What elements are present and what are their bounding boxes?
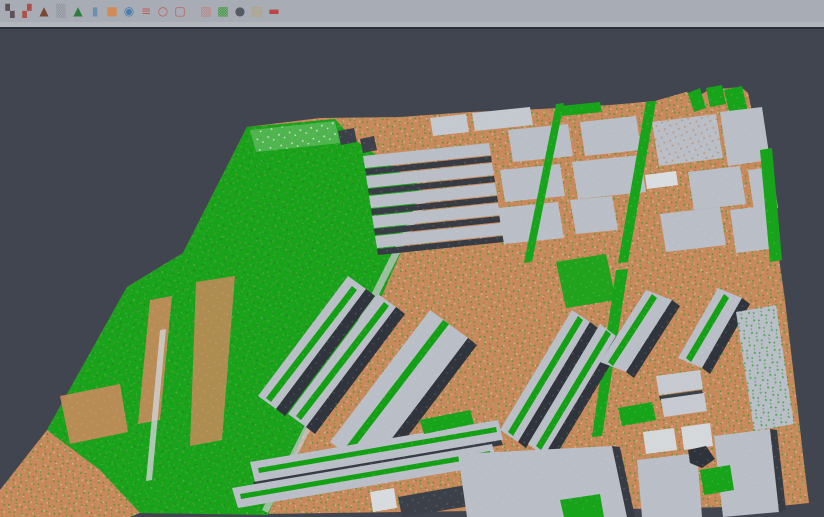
open-project-icon[interactable]: ▚ [2,1,18,21]
circle-select-icon[interactable]: ○ [155,1,171,21]
filter-points-icon[interactable]: ▨ [198,1,214,21]
app-window: ▚▞▲▒▲▮■◉≡○▢▨▩●▤▬ [0,0,824,517]
classify-icon[interactable]: ▩ [215,1,231,21]
toolbar-lower-strip [0,22,824,29]
dem-hill-icon[interactable]: ▲ [70,1,86,21]
sparse-points-icon[interactable]: ▒ [53,1,69,21]
globe-view-icon[interactable]: ◉ [121,1,137,21]
ortho-image-icon[interactable]: ■ [104,1,120,21]
crop-region-icon[interactable]: ▢ [172,1,188,21]
point-cloud-icon[interactable]: ▞ [19,1,35,21]
profile-tool-icon[interactable]: ▮ [87,1,103,21]
scene-roof-point-sparkle [0,87,809,517]
layer-list-icon[interactable]: ≡ [138,1,154,21]
mesh-sphere-icon[interactable]: ● [232,1,248,21]
viewport-3d[interactable] [0,29,824,517]
terrain-model-icon[interactable]: ▲ [36,1,52,21]
viewport-scene [0,29,824,517]
main-toolbar: ▚▞▲▒▲▮■◉≡○▢▨▩●▤▬ [0,0,824,22]
clip-box-icon[interactable]: ▤ [249,1,265,21]
measure-icon[interactable]: ▬ [266,1,282,21]
